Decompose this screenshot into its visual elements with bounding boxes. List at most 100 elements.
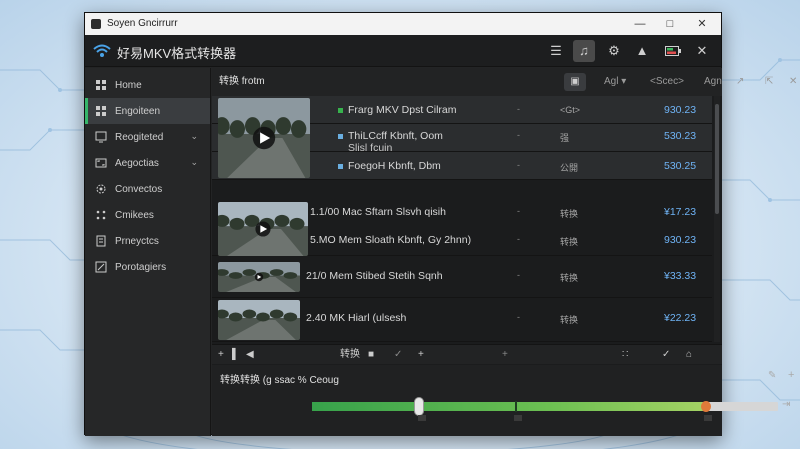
chevron-down-icon[interactable]: ⌄ (190, 157, 198, 168)
video-thumbnail[interactable] (218, 98, 310, 178)
close-icon[interactable]: ✕ (691, 40, 713, 62)
file-size: 530.23 (664, 130, 697, 142)
sidebar-item-label: Home (115, 79, 142, 91)
music-icon[interactable]: ♫ (573, 40, 595, 62)
progress-marker-handle[interactable] (414, 397, 425, 416)
file-dash: - (517, 206, 520, 216)
app-icon (91, 19, 101, 29)
edit-icon[interactable]: ✎ (768, 370, 776, 381)
check-icon[interactable]: ✓ (394, 348, 402, 362)
sidebar-item-label: Cmikees (115, 209, 154, 221)
status-dot-icon (338, 134, 343, 139)
add-icon[interactable]: + (788, 369, 794, 381)
file-status: 强 (560, 133, 570, 143)
file-list: Frarg MKV Dpst Cilram - <Gt> 930.23 ThiLCcff… (212, 96, 712, 342)
brush-icon[interactable]: ▲ (631, 40, 653, 62)
file-size: ¥33.33 (664, 270, 697, 282)
back-icon[interactable]: ◀ (246, 348, 254, 362)
collapse-icon[interactable]: ⌂ (686, 348, 692, 362)
gear-icon[interactable]: ⚙ (603, 40, 625, 62)
sidebar-item-porotagiers[interactable]: Porotagiers (85, 254, 210, 280)
dots-icon (95, 209, 107, 221)
export-icon[interactable]: ↗ (736, 73, 744, 91)
list-title: 转换 frotm (219, 76, 265, 87)
scrollbar-thumb[interactable] (715, 104, 719, 214)
done-icon[interactable]: ✓ (662, 348, 670, 362)
file-name: 21/0 Mem Stibed Stetih Sqnh (306, 270, 443, 282)
aspect-icon (95, 157, 107, 169)
progress-end-handle[interactable] (700, 401, 711, 412)
minimize-button[interactable]: — (631, 16, 649, 32)
sidebar-item-home[interactable]: Home (85, 72, 210, 98)
file-status: 公開 (560, 163, 579, 173)
agl-dropdown[interactable]: Agl ▾ (604, 73, 626, 91)
maximize-button[interactable]: □ (661, 16, 679, 32)
file-name: 1.1/00 Mac Sftarn Slsvh qisih (310, 206, 446, 218)
file-name: FoegoH Kbnft, Dbm (348, 160, 441, 172)
file-status: 转换 (560, 315, 579, 325)
file-name: 2.40 MK Hiarl (ulsesh (306, 312, 407, 324)
file-size: 930.23 (664, 104, 697, 116)
scrollbar[interactable] (714, 96, 720, 342)
grid-icon (95, 79, 107, 91)
sidebar-item-cmikees[interactable]: Cmikees (85, 202, 210, 228)
edit-icon (95, 261, 107, 273)
file-dash: - (517, 270, 520, 280)
sidebar-item-label: Reogiteted (115, 131, 164, 143)
app-header: 好易MKV格式转换器 ☰ ♫ ⚙ ▲ ✕ (85, 35, 721, 67)
file-status: 转换 (560, 209, 579, 219)
file-size: 530.25 (664, 160, 697, 172)
save-icon[interactable]: ▣ (564, 73, 586, 91)
video-thumbnail[interactable] (218, 262, 300, 292)
add-item-button[interactable]: + (418, 348, 424, 362)
grid-icon (95, 105, 107, 117)
battery-icon[interactable] (662, 40, 684, 62)
gear-icon (95, 183, 107, 195)
agl-label: Agl (604, 76, 619, 87)
stop-icon[interactable]: ■ (368, 348, 374, 362)
sidebar-item-aegoctias[interactable]: Aegoctias ⌄ (85, 150, 210, 176)
add-button[interactable]: + (218, 348, 224, 362)
file-name: Frarg MKV Dpst Cilram (348, 104, 457, 116)
chevron-down-icon[interactable]: ⌄ (190, 131, 198, 142)
tick-label (514, 415, 522, 421)
expand-icon[interactable]: ⇱ (765, 73, 773, 91)
agn-button[interactable]: Agn (704, 73, 722, 91)
window-title: Soyen Gncirrurr (107, 18, 178, 29)
title-bar: Soyen Gncirrurr — □ ✕ (85, 13, 721, 35)
file-dash: - (517, 130, 520, 140)
close-list-icon[interactable]: ✕ (789, 73, 797, 91)
document-icon (95, 235, 107, 247)
file-dash: - (517, 234, 520, 244)
status-dot-icon (338, 164, 343, 169)
add-more-button[interactable]: + (502, 348, 508, 362)
sidebar: Home Engoiteen Reogiteted ⌄ Aegoctias ⌄ Convec… (85, 68, 211, 436)
end-label (704, 415, 712, 421)
progress-fill (312, 402, 706, 411)
file-status: 转换 (560, 273, 579, 283)
sidebar-item-prneyctcs[interactable]: Prneyctcs (85, 228, 210, 254)
sidebar-item-convectos[interactable]: Convectos (85, 176, 210, 202)
file-dash: - (517, 104, 520, 114)
convert-button[interactable]: 转换 (340, 348, 360, 362)
main-panel: 转换 frotm ▣ Agl ▾ <Scec> Agn ↗ ⇱ ✕ Frarg … (212, 68, 797, 436)
app-title: 好易MKV格式转换器 (117, 46, 237, 61)
video-thumbnail[interactable] (218, 202, 308, 256)
list-toolbar: 转换 frotm ▣ Agl ▾ <Scec> Agn ↗ ⇱ ✕ (212, 68, 797, 96)
progress-panel: 转换转换 (g ssac % Ceoug ✎ + ⇥ (212, 365, 794, 436)
file-size: ¥22.23 (664, 312, 697, 324)
video-thumbnail[interactable] (218, 300, 300, 340)
center-button[interactable]: <Scec> (650, 73, 684, 91)
file-status: 转换 (560, 237, 579, 247)
cursor-icon[interactable]: ▌ (232, 348, 239, 362)
close-button[interactable]: ✕ (693, 16, 711, 32)
sidebar-item-label: Convectos (115, 183, 163, 195)
file-dash: - (517, 312, 520, 322)
menu-icon[interactable]: ☰ (545, 40, 567, 62)
group-icon[interactable]: ∷ (622, 348, 628, 362)
sidebar-item-engoiteen[interactable]: Engoiteen (85, 98, 210, 124)
sidebar-item-reogiteted[interactable]: Reogiteted ⌄ (85, 124, 210, 150)
progress-track[interactable] (312, 397, 778, 416)
skip-end-icon[interactable]: ⇥ (782, 399, 790, 410)
app-window: Soyen Gncirrurr — □ ✕ 好易MKV格式转换器 ☰ ♫ ⚙ ▲… (84, 12, 797, 436)
